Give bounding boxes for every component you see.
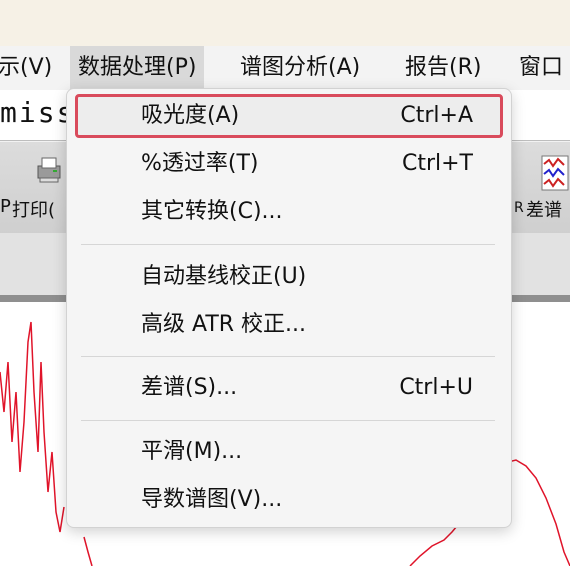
difference-spectrum-button-label[interactable]: 差谱 (526, 196, 562, 222)
data-processing-dropdown: 吸光度(A) Ctrl+A %透过率(T) Ctrl+T 其它转换(C)... … (66, 88, 512, 528)
menu-option-absorbance[interactable]: 吸光度(A) Ctrl+A (75, 94, 503, 138)
menu-option-other-conversion[interactable]: 其它转换(C)... (75, 190, 503, 234)
menu-option-label: 差谱(S)... (141, 375, 238, 400)
menu-view[interactable]: 示(V) (0, 46, 52, 90)
menu-option-label: 高级 ATR 校正... (141, 312, 307, 337)
menu-spectrum-analysis[interactable]: 谱图分析(A) (240, 46, 360, 90)
menu-separator (81, 356, 495, 357)
menu-option-label: 自动基线校正(U) (141, 264, 307, 289)
menu-option-advanced-atr[interactable]: 高级 ATR 校正... (75, 303, 503, 347)
menu-option-label: 导数谱图(V)... (141, 487, 283, 512)
spectrum-line (0, 321, 65, 533)
printer-icon[interactable] (34, 152, 61, 183)
menu-option-smoothing[interactable]: 平滑(M)... (75, 430, 503, 474)
title-field-text: miss (0, 96, 76, 129)
spectrum-line-segment-2 (83, 536, 93, 567)
menu-option-shortcut: Ctrl+A (400, 103, 473, 128)
menu-data-processing[interactable]: 数据处理(P) (70, 46, 205, 90)
toolbar-left-fragment: P (0, 196, 11, 217)
menu-option-difference-spectrum[interactable]: 差谱(S)... Ctrl+U (75, 366, 503, 410)
window-titlebar (0, 0, 570, 46)
menu-option-label: 平滑(M)... (141, 439, 243, 464)
menu-option-label: %透过率(T) (141, 151, 259, 176)
menu-option-auto-baseline[interactable]: 自动基线校正(U) (75, 255, 503, 299)
menu-option-label: 吸光度(A) (141, 103, 240, 128)
menu-option-transmittance[interactable]: %透过率(T) Ctrl+T (75, 142, 503, 186)
menu-report[interactable]: 报告(R) (405, 46, 481, 90)
menu-option-shortcut: Ctrl+T (401, 151, 473, 176)
menu-window[interactable]: 窗口 (519, 46, 563, 90)
menu-option-shortcut: Ctrl+U (399, 375, 473, 400)
menu-option-derivative[interactable]: 导数谱图(V)... (75, 478, 503, 522)
menu-separator (81, 420, 495, 421)
toolbar-diff-prefix: R (514, 200, 524, 216)
menu-option-label: 其它转换(C)... (141, 199, 283, 224)
menu-bar: 示(V) 数据处理(P) 谱图分析(A) 报告(R) 窗口 (0, 46, 570, 90)
print-button-label[interactable]: 打印( (12, 196, 55, 222)
difference-spectrum-icon[interactable] (540, 154, 569, 191)
menu-separator (81, 244, 495, 245)
